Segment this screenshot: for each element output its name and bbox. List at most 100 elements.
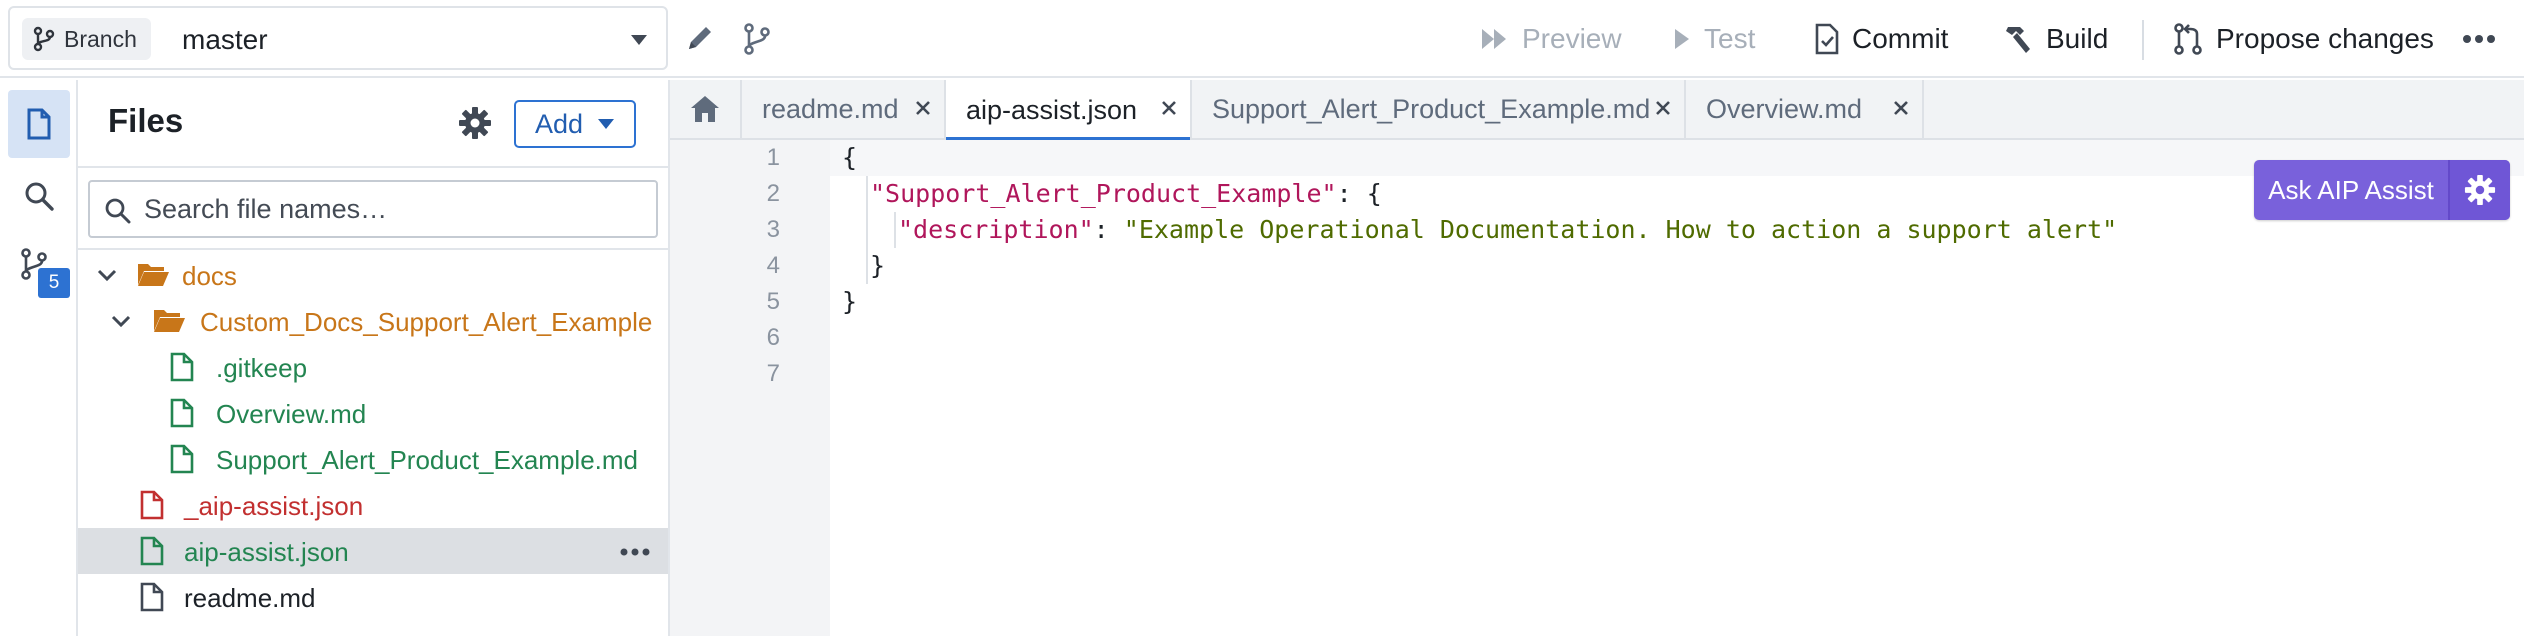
caret-down-icon [630,34,648,46]
code-token: } [842,287,858,316]
tree-file-readme[interactable]: readme.md [78,574,668,620]
line-number: 4 [766,252,780,279]
line-number-gutter: 1 2 3 4 5 6 7 [670,140,830,636]
activity-rail: 5 [0,80,78,636]
search-field[interactable] [88,180,658,238]
code-line-3: "description": "Example Operational Docu… [830,212,2117,248]
build-label: Build [2046,23,2109,54]
files-panel: Files Add docs [78,80,670,636]
chevron-down-icon[interactable] [96,264,118,286]
tab-support-alert[interactable]: Support_Alert_Product_Example.md [1192,80,1686,138]
top-toolbar: Branch master Preview Test Commit Build [0,0,2524,78]
code-line-4: } [830,248,885,284]
line-number: 7 [766,360,780,387]
play-icon [1672,27,1692,51]
folder-open-icon [136,260,170,288]
gear-icon[interactable] [458,106,492,140]
code-token: : { [1336,179,1382,208]
home-tab[interactable] [670,80,742,138]
caret-down-icon [597,118,615,130]
tree-folder-docs[interactable]: docs [78,252,668,298]
tree-item-label: _aip-assist.json [184,491,364,521]
build-button[interactable]: Build [2002,0,2108,78]
add-label: Add [534,108,584,139]
tab-aip-assist[interactable]: aip-assist.json [946,80,1192,140]
tree-item-label: Overview.md [216,399,367,429]
tab-label: readme.md [762,93,899,124]
code-token: : [1093,215,1124,244]
tab-label: aip-assist.json [966,94,1138,125]
tree-item-label: aip-assist.json [184,537,349,567]
rail-files[interactable] [8,90,70,158]
aip-assist-control: Ask AIP Assist [2254,160,2510,220]
rail-search[interactable] [8,162,70,230]
code-token: "Support_Alert_Product_Example" [870,179,1337,208]
line-number: 1 [766,144,780,171]
aip-settings-button[interactable] [2450,160,2510,220]
code-line-1: { [830,140,857,176]
line-number: 3 [766,216,780,243]
git-merge-icon[interactable] [740,22,774,56]
toolbar-divider [2142,20,2144,60]
line-number: 2 [766,180,780,207]
preview-label: Preview [1522,23,1622,54]
branch-tag: Branch [22,18,151,60]
commit-button[interactable]: Commit [1814,0,1948,78]
propose-changes-button[interactable]: Propose changes [2172,0,2434,78]
code-token: { [842,143,858,172]
tree-file-support-alert[interactable]: Support_Alert_Product_Example.md [78,436,668,482]
tab-readme[interactable]: readme.md [742,80,946,138]
folder-open-icon [152,306,186,334]
code-token: "Example Operational Documentation. How … [1123,215,2118,244]
propose-changes-label: Propose changes [2216,23,2434,54]
chevron-down-icon[interactable] [110,310,132,332]
tree-file-gitkeep[interactable]: .gitkeep [78,344,668,390]
edit-pencil-icon[interactable] [684,22,716,54]
preview-button[interactable]: Preview [1480,0,1622,78]
search-icon [23,180,55,212]
branch-selector[interactable]: Branch master [8,6,668,70]
close-icon[interactable] [1654,99,1672,117]
fast-forward-icon [1480,27,1510,51]
add-button[interactable]: Add [514,100,636,148]
file-icon [170,398,194,428]
editor-tabs: readme.md aip-assist.json Support_Alert_… [670,80,2524,140]
file-icon [140,536,164,566]
tree-folder-custom-docs[interactable]: Custom_Docs_Support_Alert_Example [78,298,668,344]
tab-label: Overview.md [1706,93,1863,124]
more-horizontal-icon[interactable] [2462,34,2496,44]
ask-aip-assist-button[interactable]: Ask AIP Assist [2254,160,2450,220]
code-token: } [870,251,886,280]
tab-overview[interactable]: Overview.md [1686,80,1924,138]
git-pull-request-icon [2172,22,2204,56]
document-check-icon [1814,23,1840,55]
file-icon [140,582,164,612]
close-icon[interactable] [1892,99,1910,117]
test-label: Test [1704,23,1756,54]
tree-item-label: Custom_Docs_Support_Alert_Example [200,307,653,337]
hammer-icon [2002,23,2034,55]
code-editor[interactable]: 1 2 3 4 5 6 7 { "Support_Alert_Product_E… [670,140,2524,636]
line-number: 6 [766,324,780,351]
close-icon[interactable] [914,99,932,117]
test-button[interactable]: Test [1672,0,1755,78]
tab-label: Support_Alert_Product_Example.md [1212,93,1651,124]
tree-item-label: Support_Alert_Product_Example.md [216,445,639,475]
code-token: "description" [898,215,1094,244]
gear-icon [2464,174,2496,206]
home-icon [689,94,721,124]
tree-item-label: readme.md [184,583,316,613]
files-title: Files [108,102,184,139]
tree-file-deleted-aip-assist[interactable]: _aip-assist.json [78,482,668,528]
close-icon[interactable] [1160,99,1178,117]
more-horizontal-icon[interactable] [620,548,650,556]
search-input[interactable] [142,186,652,232]
tree-file-aip-assist[interactable]: aip-assist.json [78,528,668,574]
file-icon [140,490,164,520]
code-line-5: } [830,284,857,320]
tree-item-label: .gitkeep [216,353,308,383]
branch-label: Branch [64,25,137,52]
git-branch-icon [32,26,56,52]
tree-file-overview[interactable]: Overview.md [78,390,668,436]
tree-item-label: docs [182,261,237,291]
